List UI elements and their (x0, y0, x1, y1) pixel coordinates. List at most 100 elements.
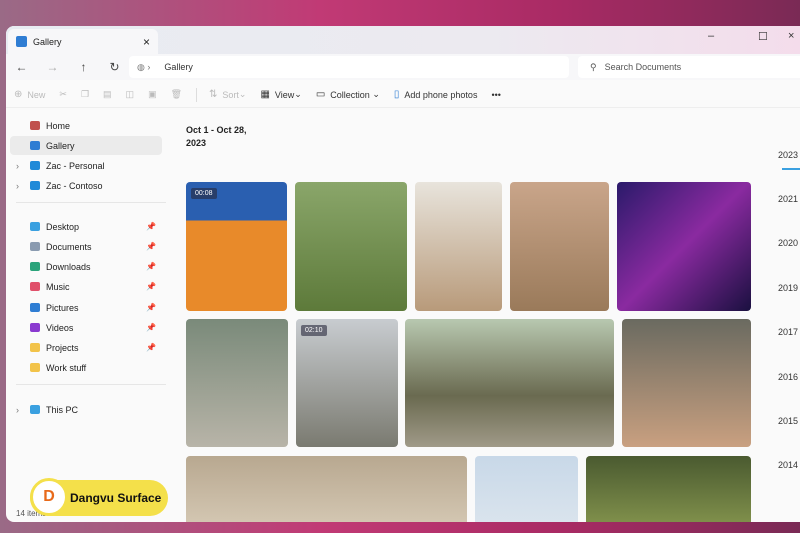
copy-icon[interactable]: ❐ (81, 89, 89, 100)
sidebar-item-home[interactable]: Home (10, 116, 162, 135)
new-label: New (27, 89, 46, 100)
pin-icon[interactable]: 📌 (146, 282, 156, 291)
pin-icon[interactable]: 📌 (146, 262, 156, 271)
add-phone-photos-button[interactable]: ▯ Add phone photos (394, 89, 478, 100)
sidebar-item-label: Music (46, 281, 70, 292)
new-button[interactable]: ⊕ New (14, 89, 45, 100)
view-icon: ▦ (260, 89, 270, 100)
folder-icon (30, 303, 40, 312)
breadcrumb[interactable]: Gallery (164, 62, 193, 72)
photo-thumbnail[interactable] (186, 319, 288, 447)
chevron-right-icon[interactable]: › (16, 181, 19, 191)
search-placeholder: Search Documents (604, 62, 682, 72)
chevron-right-icon[interactable]: › (16, 161, 19, 171)
navigation-pane: Home Gallery › Zac - Personal › Zac - Contoso… (6, 112, 171, 500)
video-duration: 02:10 (301, 325, 327, 336)
sidebar-item-pictures[interactable]: Pictures 📌 (10, 298, 162, 317)
photo-thumbnail[interactable] (617, 182, 751, 311)
folder-icon (30, 363, 40, 372)
photo-thumbnail[interactable] (586, 456, 751, 522)
divider (196, 87, 198, 102)
tab-gallery[interactable]: Gallery × (8, 29, 158, 54)
sidebar-item-gallery[interactable]: Gallery (10, 136, 162, 155)
pin-icon[interactable]: 📌 (146, 323, 156, 332)
search-input[interactable]: ⚲ Search Documents (578, 56, 800, 78)
timeline-year[interactable]: 2023 (778, 150, 798, 160)
minimize-button[interactable]: – (708, 30, 714, 42)
navigation-bar: ← → ↑ ↻ ◍ › Gallery ⚲ Search Documents (6, 54, 800, 80)
sidebar-item-documents[interactable]: Documents 📌 (10, 237, 162, 256)
view-button[interactable]: ▦ View ⌄ (260, 89, 301, 100)
plus-icon: ⊕ (14, 89, 23, 100)
chevron-right-icon[interactable]: › (16, 405, 19, 415)
timeline-year[interactable]: 2017 (778, 327, 798, 337)
close-window-button[interactable]: × (788, 30, 794, 42)
photo-thumbnail[interactable] (475, 456, 578, 522)
back-button[interactable]: ← (6, 60, 37, 74)
sidebar-item-work-stuff[interactable]: Work stuff (10, 358, 162, 377)
phone-icon: ▯ (393, 89, 400, 100)
sidebar-item-this-pc[interactable]: › This PC (10, 400, 162, 419)
year-timeline[interactable]: 2023 2021 2020 2019 2017 2016 2015 2014 (772, 112, 800, 500)
timeline-year[interactable]: 2015 (778, 416, 798, 426)
sidebar-item-label: Documents (46, 241, 92, 252)
photo-thumbnail[interactable] (622, 319, 751, 447)
pin-icon[interactable]: 📌 (146, 343, 156, 352)
delete-icon[interactable]: 🗑 (171, 89, 182, 100)
close-tab-icon[interactable]: × (143, 35, 150, 49)
pin-icon[interactable]: 📌 (146, 303, 156, 312)
sort-button[interactable]: ⇅ Sort ⌄ (209, 89, 246, 100)
photo-thumbnail[interactable]: 00:08 (186, 182, 287, 311)
timeline-year[interactable]: 2016 (778, 372, 798, 382)
share-icon[interactable]: ▣ (148, 89, 157, 100)
folder-icon (30, 282, 40, 291)
timeline-year[interactable]: 2014 (778, 460, 798, 470)
title-bar: Gallery × – ☐ × (6, 26, 800, 54)
sidebar-item-desktop[interactable]: Desktop 📌 (10, 217, 162, 236)
sidebar-item-downloads[interactable]: Downloads 📌 (10, 257, 162, 276)
cut-icon[interactable]: ✂ (59, 89, 67, 100)
up-button[interactable]: ↑ (68, 60, 99, 74)
collection-icon: ▭ (315, 89, 326, 100)
sort-label: Sort (222, 89, 239, 100)
timeline-year[interactable]: 2019 (778, 283, 798, 293)
sidebar-item-label: Videos (46, 322, 74, 333)
gallery-small-icon: ◍ › (137, 61, 151, 72)
sidebar-item-label: Pictures (46, 302, 79, 313)
date-range-heading: Oct 1 - Oct 28, 2023 (186, 124, 247, 150)
more-options-button[interactable]: ••• (491, 90, 500, 100)
collection-button[interactable]: ▭ Collection ⌄ (316, 89, 380, 100)
pin-icon[interactable]: 📌 (146, 242, 156, 251)
photo-thumbnail[interactable] (415, 182, 502, 311)
folder-icon (30, 323, 40, 332)
date-range: Oct 1 - Oct 28, (186, 125, 247, 135)
sidebar-item-label: Work stuff (46, 362, 87, 373)
photo-thumbnail[interactable] (295, 182, 407, 311)
photo-thumbnail[interactable] (186, 456, 467, 522)
maximize-button[interactable]: ☐ (758, 30, 768, 43)
photo-thumbnail[interactable] (510, 182, 609, 311)
sidebar-item-label: Gallery (46, 140, 75, 151)
sidebar-item-videos[interactable]: Videos 📌 (10, 318, 162, 337)
sidebar-item-music[interactable]: Music 📌 (10, 277, 162, 296)
file-explorer-window: Gallery × – ☐ × ← → ↑ ↻ ◍ › Gallery ⚲ Se… (6, 26, 800, 522)
photo-thumbnail[interactable]: 02:10 (296, 319, 398, 447)
folder-icon (30, 222, 40, 231)
command-bar: ⊕ New ✂ ❐ ▤ ◫ ▣ 🗑 ⇅ Sort ⌄ ▦ View ⌄ ▭ Collec… (6, 82, 800, 108)
forward-button[interactable]: → (37, 60, 68, 74)
photo-thumbnail[interactable] (405, 319, 614, 447)
rename-icon[interactable]: ◫ (126, 89, 135, 100)
collection-label: Collection (330, 89, 370, 100)
timeline-year[interactable]: 2020 (778, 238, 798, 248)
tab-label: Gallery (33, 36, 62, 47)
address-bar[interactable]: ◍ › Gallery (129, 56, 569, 78)
timeline-year[interactable]: 2021 (778, 194, 798, 204)
refresh-button[interactable]: ↻ (99, 60, 130, 74)
sidebar-item-projects[interactable]: Projects 📌 (10, 338, 162, 357)
pin-icon[interactable]: 📌 (146, 222, 156, 231)
sidebar-item-zac-contoso[interactable]: › Zac - Contoso (10, 176, 162, 195)
paste-icon[interactable]: ▤ (103, 89, 112, 100)
folder-icon (30, 121, 40, 130)
sidebar-item-zac-personal[interactable]: › Zac - Personal (10, 156, 162, 175)
folder-icon (30, 181, 40, 190)
